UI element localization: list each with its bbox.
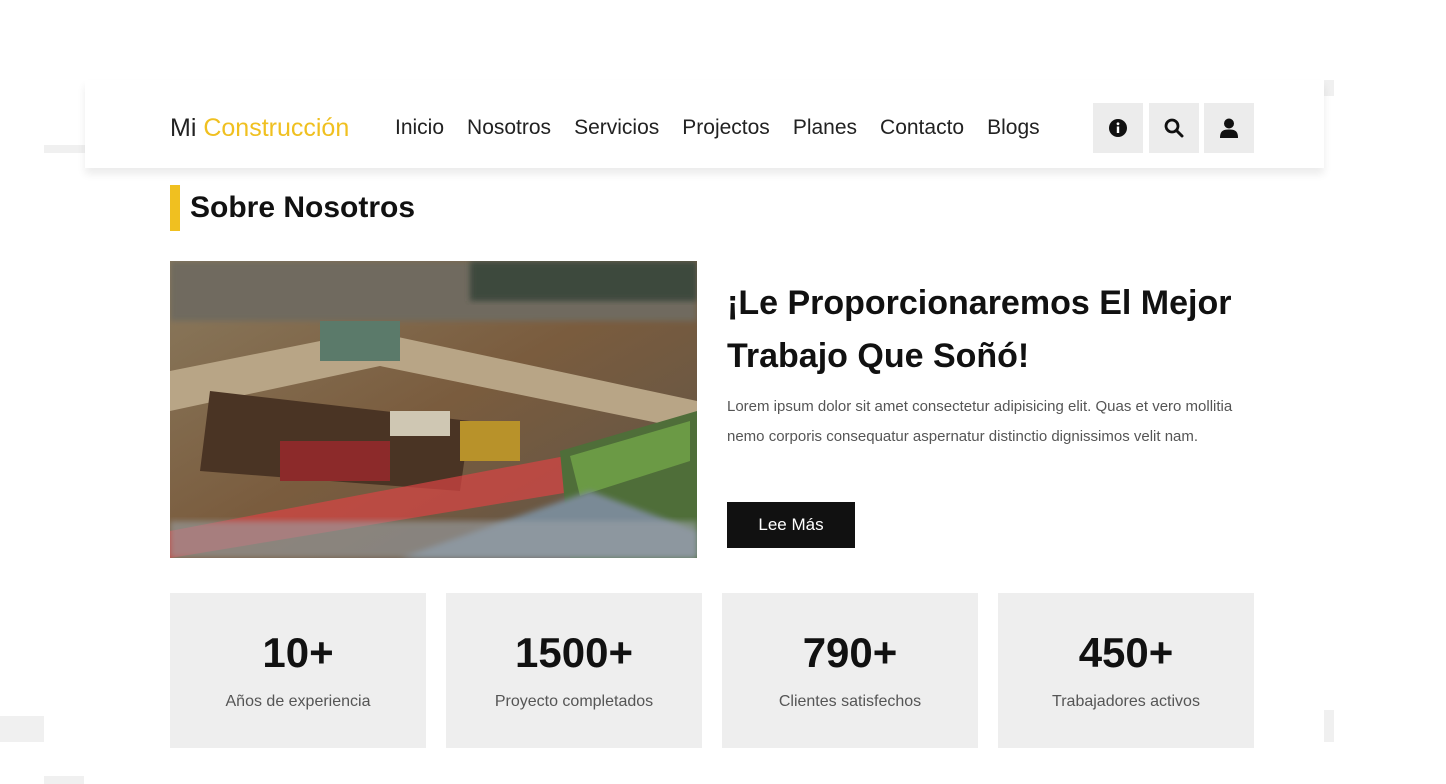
stat-label: Proyecto completados	[494, 693, 654, 710]
stat-value: 450+	[1078, 629, 1174, 676]
nav-link-servicios[interactable]: Servicios	[574, 108, 659, 148]
section-title: Sobre Nosotros	[190, 191, 416, 224]
about-headline: ¡Le Proporcionaremos El Mejor Trabajo Qu…	[727, 284, 1232, 375]
search-icon	[1164, 118, 1184, 138]
stat-label: Años de experiencia	[225, 693, 371, 710]
section-heading: Sobre Nosotros	[170, 185, 415, 231]
stat-value: 10+	[262, 629, 334, 676]
read-more-button[interactable]: Lee Más	[727, 502, 855, 548]
stat-value: 790+	[802, 629, 898, 676]
nav-link-projectos[interactable]: Projectos	[682, 108, 770, 148]
heading-accent-bar	[170, 185, 180, 231]
nav-link-contacto[interactable]: Contacto	[880, 108, 964, 148]
user-icon	[1220, 118, 1238, 138]
stat-value: 1500+	[515, 629, 633, 676]
brand-accent: Construcción	[203, 114, 350, 142]
background-fragment	[44, 145, 88, 153]
background-fragment	[1324, 710, 1334, 742]
nav-link-inicio[interactable]: Inicio	[395, 108, 444, 148]
background-fragment	[0, 716, 44, 742]
main-nav: Inicio Nosotros Servicios Projectos Plan…	[395, 108, 1063, 148]
search-button[interactable]	[1149, 103, 1199, 153]
nav-link-planes[interactable]: Planes	[793, 108, 857, 148]
stat-card-workers: 450+ Trabajadores activos	[998, 593, 1254, 748]
info-button[interactable]	[1093, 103, 1143, 153]
background-fragment	[1324, 80, 1334, 96]
background-fragment	[44, 776, 84, 784]
brand-logo[interactable]: Mi Construcción	[170, 108, 349, 148]
stat-label: Clientes satisfechos	[778, 693, 922, 710]
info-icon	[1109, 119, 1127, 137]
stat-card-clients: 790+ Clientes satisfechos	[722, 593, 978, 748]
brand-prefix: Mi	[170, 114, 197, 142]
about-body-text: Lorem ipsum dolor sit amet consectetur a…	[727, 398, 1233, 445]
nav-link-nosotros[interactable]: Nosotros	[467, 108, 551, 148]
construction-site-image	[170, 261, 697, 558]
nav-link-blogs[interactable]: Blogs	[987, 108, 1040, 148]
stat-label: Trabajadores activos	[1052, 693, 1200, 710]
user-button[interactable]	[1204, 103, 1254, 153]
stat-card-projects: 1500+ Proyecto completados	[446, 593, 702, 748]
stat-card-experience: 10+ Años de experiencia	[170, 593, 426, 748]
